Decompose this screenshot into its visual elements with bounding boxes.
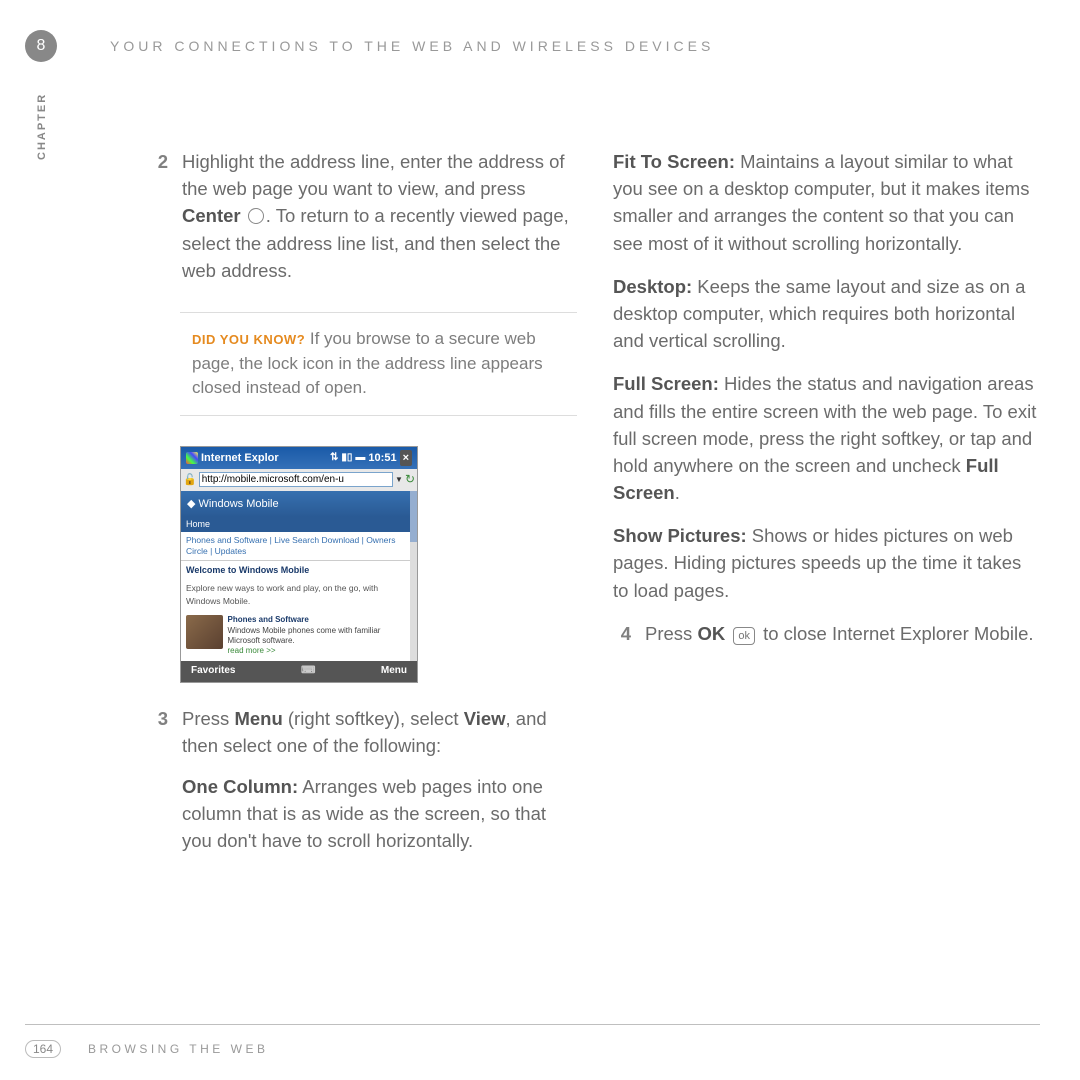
- ok-label: OK: [697, 623, 725, 644]
- feature-desc: Windows Mobile phones come with familiar…: [228, 626, 381, 645]
- left-column: 2 Highlight the address line, enter the …: [150, 148, 577, 888]
- full-screen-option: Full Screen: Hides the status and naviga…: [613, 370, 1040, 506]
- keyboard-icon: ⌨: [301, 664, 315, 679]
- text: Press: [645, 623, 697, 644]
- show-pictures-option: Show Pictures: Shows or hides pictures o…: [613, 522, 1040, 604]
- screenshot-home: Home: [181, 517, 417, 532]
- text: Press: [182, 708, 234, 729]
- screenshot-body: ◆ Windows Mobile Home Phones and Softwar…: [181, 491, 417, 661]
- ie-mobile-screenshot: Internet Explor ⇅ ▮▯ ▬ 10:51 × 🔓 ▼ ↻ ◆ W…: [180, 446, 418, 683]
- screenshot-desc: Explore new ways to work and play, on th…: [181, 580, 417, 611]
- feature-thumbnail: [186, 615, 223, 649]
- right-column: Fit To Screen: Maintains a layout simila…: [613, 148, 1040, 888]
- option-label: Fit To Screen:: [613, 151, 735, 172]
- step-3: 3 Press Menu (right softkey), select Vie…: [150, 705, 577, 871]
- inline-icon: ◆: [187, 498, 199, 510]
- dropdown-icon: ▼: [395, 474, 403, 486]
- feature-text: Phones and Software Windows Mobile phone…: [228, 615, 412, 657]
- screenshot-softkeys: Favorites ⌨ Menu: [181, 661, 417, 682]
- option-label: Show Pictures:: [613, 525, 747, 546]
- one-column-option: One Column: Arranges web pages into one …: [182, 773, 577, 855]
- screenshot-viewport: ◆ Windows Mobile Home Phones and Softwar…: [181, 491, 417, 661]
- step-4: 4 Press OK ok to close Internet Explorer…: [613, 620, 1040, 647]
- battery-icon: ▬: [355, 451, 365, 466]
- footer-section: BROWSING THE WEB: [88, 1042, 268, 1056]
- windows-flag-icon: [186, 452, 198, 464]
- left-softkey: Favorites: [191, 664, 235, 679]
- ok-button-icon: ok: [733, 627, 755, 645]
- scrollbar: [410, 491, 417, 661]
- screenshot-links: Phones and Software | Live Search Downlo…: [181, 532, 417, 561]
- did-you-know-callout: DID YOU KNOW? If you browse to a secure …: [180, 312, 577, 416]
- option-label: Desktop:: [613, 276, 692, 297]
- step-2: 2 Highlight the address line, enter the …: [150, 148, 577, 284]
- lock-icon: 🔓: [183, 472, 197, 488]
- chapter-label: CHAPTER: [36, 93, 48, 160]
- footer-rule: [25, 1024, 1040, 1025]
- center-button-icon: [248, 208, 264, 224]
- header-title: YOUR CONNECTIONS TO THE WEB AND WIRELESS…: [110, 38, 714, 54]
- text: Highlight the address line, enter the ad…: [182, 151, 565, 199]
- right-softkey: Menu: [381, 664, 407, 679]
- chapter-badge: 8: [25, 30, 57, 62]
- screenshot-banner: ◆ Windows Mobile: [181, 491, 417, 517]
- step-body: Press Menu (right softkey), select View,…: [182, 705, 577, 871]
- text: .: [675, 482, 680, 503]
- option-label: One Column:: [182, 776, 298, 797]
- desktop-option: Desktop: Keeps the same layout and size …: [613, 273, 1040, 355]
- screenshot-title: Internet Explor: [201, 450, 279, 466]
- fit-to-screen-option: Fit To Screen: Maintains a layout simila…: [613, 148, 1040, 257]
- callout-label: DID YOU KNOW?: [192, 332, 305, 347]
- text: . To return to a recently viewed page, s…: [182, 205, 569, 280]
- page-number: 164: [25, 1040, 61, 1058]
- text: (right softkey), select: [283, 708, 464, 729]
- screenshot-time: 10:51: [368, 450, 396, 466]
- feature-title: Phones and Software: [228, 615, 412, 625]
- step-body: Press OK ok to close Internet Explorer M…: [645, 620, 1040, 647]
- step-number: 4: [613, 620, 631, 647]
- close-icon: ×: [400, 450, 412, 466]
- center-label: Center: [182, 205, 241, 226]
- text: to close Internet Explorer Mobile.: [763, 623, 1033, 644]
- go-icon: ↻: [405, 471, 415, 489]
- screenshot-feature: Phones and Software Windows Mobile phone…: [181, 611, 417, 661]
- signal-bars-icon: ▮▯: [341, 451, 352, 466]
- step-number: 3: [150, 705, 168, 871]
- read-more-link: read more >>: [228, 646, 276, 655]
- option-label: Full Screen:: [613, 373, 719, 394]
- content-area: 2 Highlight the address line, enter the …: [150, 148, 1040, 888]
- signal-icon: ⇅: [330, 451, 338, 466]
- view-label: View: [464, 708, 506, 729]
- menu-label: Menu: [234, 708, 282, 729]
- screenshot-welcome: Welcome to Windows Mobile: [181, 561, 417, 580]
- screenshot-addressbar: 🔓 ▼ ↻: [181, 469, 417, 491]
- banner-text: Windows Mobile: [199, 498, 279, 510]
- step-number: 2: [150, 148, 168, 284]
- chapter-number: 8: [37, 37, 46, 55]
- step-body: Highlight the address line, enter the ad…: [182, 148, 577, 284]
- url-input: [199, 472, 393, 487]
- screenshot-titlebar: Internet Explor ⇅ ▮▯ ▬ 10:51 ×: [181, 447, 417, 469]
